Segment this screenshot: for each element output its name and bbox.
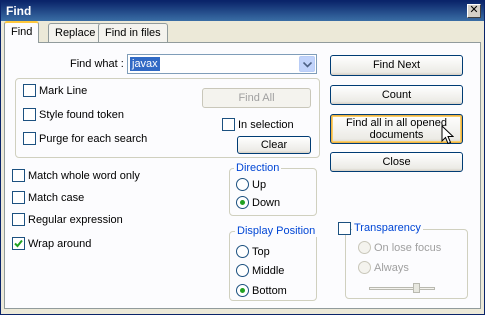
regular-expression-label: Regular expression [28, 214, 123, 226]
clear-button[interactable]: Clear [237, 136, 311, 154]
match-whole-word-label: Match whole word only [28, 170, 140, 182]
style-found-token-label: Style found token [39, 109, 125, 121]
count-label: Count [381, 89, 412, 101]
clear-label: Clear [260, 139, 288, 151]
match-case-label: Match case [28, 192, 85, 204]
direction-up-radio[interactable] [236, 178, 249, 191]
transparency-slider-thumb[interactable] [413, 283, 420, 293]
transparency-title: Transparency [352, 222, 423, 234]
display-top-radio[interactable] [236, 245, 249, 258]
mouse-cursor-icon [441, 125, 454, 145]
always-radio[interactable] [358, 261, 371, 274]
find-dialog: Find ✕ Find Replace Find in files Find w… [0, 0, 485, 315]
wrap-around-label: Wrap around [28, 238, 92, 250]
match-case-checkbox[interactable] [12, 191, 25, 204]
display-bottom-radio[interactable] [236, 284, 249, 297]
in-selection-label: In selection [238, 119, 294, 131]
find-next-label: Find Next [372, 59, 421, 71]
purge-for-each-search-checkbox[interactable] [23, 132, 36, 145]
tab-find-label: Find [11, 26, 33, 38]
checkmark-icon [14, 239, 23, 248]
find-all-label: Find All [238, 92, 275, 104]
transparency-slider[interactable] [369, 287, 435, 290]
find-what-combobox[interactable]: javax [127, 54, 317, 74]
direction-title: Direction [234, 162, 282, 174]
find-what-dropdown-button[interactable] [299, 56, 315, 72]
count-button[interactable]: Count [330, 85, 463, 105]
on-lose-focus-radio[interactable] [358, 241, 371, 254]
find-all-button[interactable]: Find All [202, 88, 311, 108]
direction-down-label: Down [252, 197, 281, 209]
close-window-button[interactable]: ✕ [467, 4, 481, 18]
find-next-button[interactable]: Find Next [330, 55, 463, 76]
display-bottom-label: Bottom [252, 285, 287, 297]
radio-selected-dot [240, 200, 245, 205]
regular-expression-checkbox[interactable] [12, 213, 25, 226]
title-bar: Find [1, 1, 484, 21]
purge-for-each-search-label: Purge for each search [39, 133, 148, 145]
chevron-down-icon [303, 62, 312, 68]
tab-find-in-files[interactable]: Find in files [98, 23, 168, 42]
in-selection-checkbox[interactable] [222, 118, 235, 131]
radio-selected-dot [240, 288, 245, 293]
find-what-label: Find what : [70, 58, 124, 70]
close-icon: ✕ [469, 4, 479, 16]
transparency-checkbox[interactable] [338, 222, 351, 235]
style-found-token-checkbox[interactable] [23, 108, 36, 121]
mark-line-checkbox[interactable] [23, 84, 36, 97]
find-what-value: javax [130, 57, 160, 71]
direction-down-radio[interactable] [236, 196, 249, 209]
close-button[interactable]: Close [330, 152, 463, 172]
tab-replace[interactable]: Replace [48, 23, 103, 42]
tab-replace-label: Replace [55, 27, 96, 39]
always-label: Always [374, 262, 409, 274]
display-middle-radio[interactable] [236, 264, 249, 277]
wrap-around-checkbox[interactable] [12, 237, 25, 250]
close-label: Close [382, 156, 411, 168]
tab-find-in-files-label: Find in files [105, 27, 161, 39]
mark-line-label: Mark Line [39, 85, 88, 97]
direction-up-label: Up [252, 179, 267, 191]
tab-find[interactable]: Find [4, 21, 40, 43]
match-whole-word-checkbox[interactable] [12, 169, 25, 182]
on-lose-focus-label: On lose focus [374, 242, 442, 254]
display-position-title: Display Position [235, 225, 318, 237]
display-top-label: Top [252, 246, 270, 258]
window-title: Find [6, 4, 32, 18]
display-middle-label: Middle [252, 265, 285, 277]
